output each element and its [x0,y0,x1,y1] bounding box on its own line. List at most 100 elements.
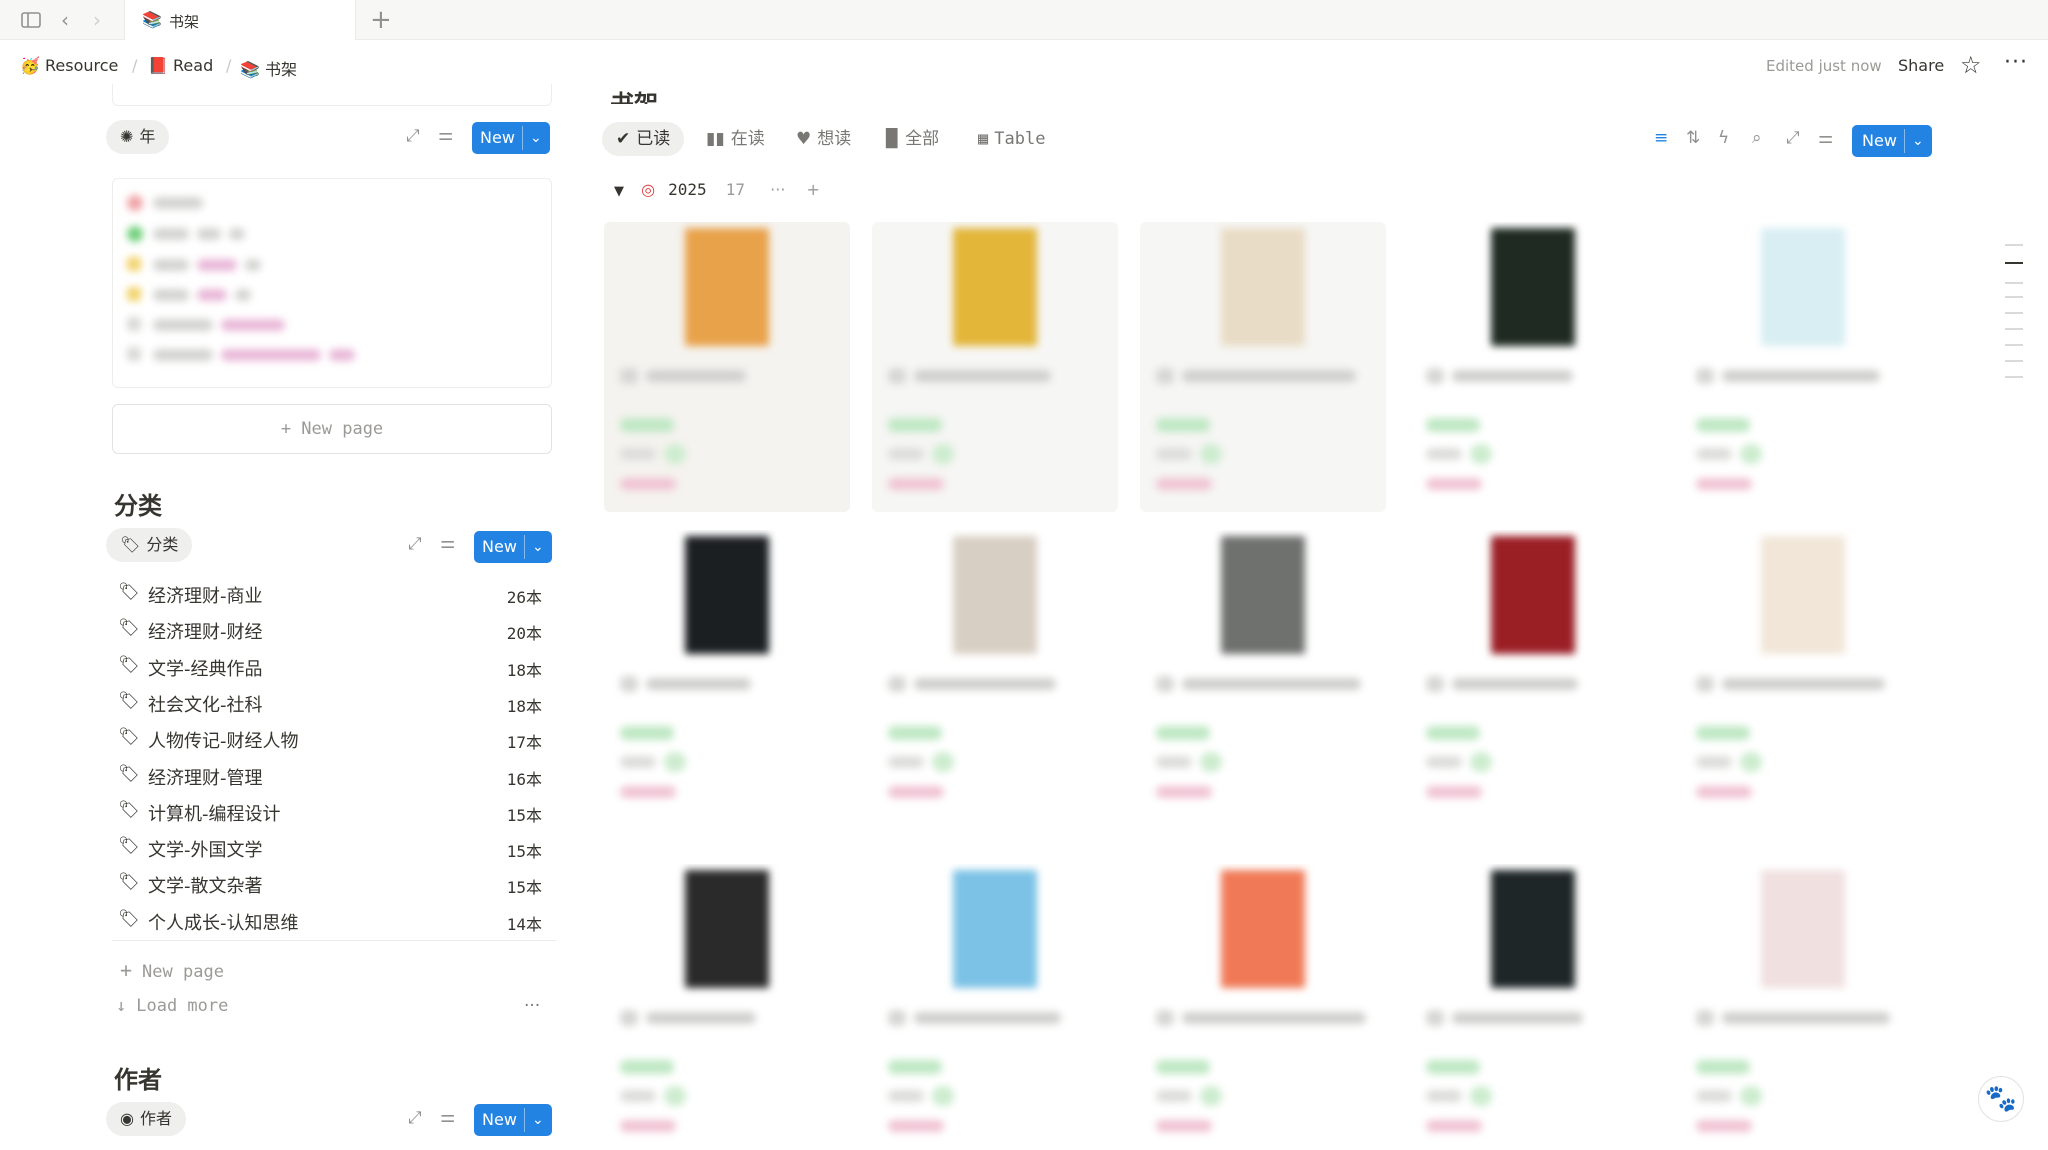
more-icon[interactable]: ··· [2004,50,2028,75]
page-title: 书架 [610,90,658,104]
expand-icon[interactable]: ⤢ [408,534,422,554]
outline-dash[interactable] [2005,262,2023,264]
forward-icon[interactable]: › [86,9,108,31]
category-row[interactable]: 🏷 文学-外国文学 15本 [118,830,548,866]
filter-icon[interactable]: ≡ [1654,128,1668,148]
book-card[interactable] [1410,864,1656,1150]
chevron-down-icon[interactable]: ⌄ [532,1104,544,1136]
tag-icon: 🏷 [118,654,140,675]
group-add-icon[interactable]: + [807,180,820,199]
category-name: 经济理财-商业 [148,586,263,607]
help-assistant-icon[interactable]: 🐾 [1978,1076,2024,1122]
category-row[interactable]: 🏷 计算机-编程设计 15本 [118,794,548,830]
share-button[interactable]: Share [1898,56,1944,75]
breadcrumb-read[interactable]: 📕 Read [148,56,213,75]
category-row[interactable]: 🏷 经济理财-管理 16本 [118,758,548,794]
book-card[interactable] [1140,864,1386,1150]
breadcrumb-resource[interactable]: 🥳 Resource [20,56,118,75]
category-row[interactable]: 🏷 人物传记-财经人物 17本 [118,721,548,757]
new-button[interactable]: New ⌄ [1852,125,1932,157]
category-row[interactable]: 🏷 个人成长-认知思维 14本 [118,903,548,939]
settings-sliders-icon[interactable]: ⚌ [1818,128,1833,148]
red-book-icon: 📕 [148,56,168,75]
category-name: 经济理财-财经 [148,622,263,644]
category-name: 社会文化-社科 [148,694,263,716]
outline-dash[interactable] [2005,328,2023,330]
load-more-button[interactable]: ↓ Load more [116,996,228,1016]
outline-dash[interactable] [2005,244,2023,246]
view-tab-read[interactable]: ✔ 已读 [602,122,685,156]
book-card[interactable] [1140,530,1386,830]
category-section-title: 分类 [114,492,162,520]
category-count: 15本 [506,805,542,825]
book-card[interactable] [604,530,850,830]
more-icon[interactable]: ··· [524,996,540,1016]
category-count: 16本 [506,769,542,789]
new-tab-icon[interactable]: + [370,5,392,35]
collapse-toggle-icon[interactable]: ▼ [614,184,624,199]
outline-dash[interactable] [2005,312,2023,314]
settings-sliders-icon[interactable]: ⚌ [440,1107,455,1127]
chevron-down-icon[interactable]: ⌄ [1912,125,1924,157]
book-card[interactable] [1680,222,1926,512]
view-chip-category[interactable]: 🏷 分类 [106,528,193,562]
expand-icon[interactable]: ⤢ [406,126,420,146]
new-button[interactable]: New ⌄ [474,531,552,563]
book-card[interactable] [872,530,1118,830]
settings-sliders-icon[interactable]: ⚌ [440,533,455,553]
tag-icon: 🏷 [118,872,140,893]
book-card[interactable] [872,864,1118,1150]
sidebar-toggle-icon[interactable] [20,9,42,31]
book-card[interactable] [604,222,850,512]
star-icon[interactable]: ☆ [1960,51,1982,79]
outline-dash[interactable] [2005,376,2023,378]
outline-dash[interactable] [2005,360,2023,362]
expand-icon[interactable]: ⤢ [408,1108,422,1128]
view-tab-want[interactable]: ♥ 想读 [796,122,851,156]
outline-dash[interactable] [2005,344,2023,346]
book-card[interactable] [1410,222,1656,512]
view-chip-author[interactable]: ◉ 作者 [106,1102,186,1136]
book-card[interactable] [1410,530,1656,830]
tab-bookshelf[interactable]: 📚 书架 [124,0,356,40]
view-chip-year[interactable]: ✺ 年 [106,120,170,154]
new-button[interactable]: New ⌄ [474,1104,552,1136]
sort-icon[interactable]: ⇅ [1686,128,1700,148]
book-card[interactable] [1140,222,1386,512]
new-button[interactable]: New ⌄ [472,122,550,154]
view-tab-all[interactable]: ▉ 全部 [886,122,939,156]
settings-sliders-icon[interactable]: ⚌ [438,125,453,145]
category-row[interactable]: 🏷 社会文化-社科 18本 [118,685,548,721]
search-icon[interactable]: ⌕ [1752,128,1762,148]
category-name: 计算机-编程设计 [148,803,281,825]
expand-icon[interactable]: ⤢ [1786,128,1800,148]
breadcrumb-bookshelf[interactable]: 📚 书架 [240,56,297,80]
chevron-down-icon[interactable]: ⌄ [530,122,542,154]
category-name: 文学-经典作品 [148,658,263,680]
outline-dash[interactable] [2005,282,2023,284]
tag-icon: 🏷 [118,690,140,711]
category-new-page-button[interactable]: + New page [120,958,224,982]
category-row[interactable]: 🏷 经济理财-财经 20本 [118,612,548,648]
view-tab-table[interactable]: ▦ Table [978,122,1045,156]
back-icon[interactable]: ‹ [54,9,76,31]
book-card[interactable] [1680,864,1926,1150]
previous-card-edge [112,84,552,106]
chevron-down-icon[interactable]: ⌄ [532,531,544,563]
lightning-icon[interactable]: ϟ [1718,128,1729,148]
outline-dash[interactable] [2005,296,2023,298]
category-row[interactable]: 🏷 经济理财-商业 26本 [118,576,548,612]
group-header: ▼ ◎ 2025 17 ··· + [614,180,820,204]
tag-icon: 🏷 [118,582,140,602]
new-page-button[interactable]: + New page [112,404,552,454]
group-more-icon[interactable]: ··· [770,180,785,199]
tab-title: 书架 [169,13,200,31]
table-icon: ▦ [978,129,989,149]
book-card[interactable] [1680,530,1926,830]
book-card[interactable] [604,864,850,1150]
category-row[interactable]: 🏷 文学-散文杂著 15本 [118,866,548,902]
book-card[interactable] [872,222,1118,512]
view-tab-reading[interactable]: ▮▮ 在读 [706,122,765,156]
category-row[interactable]: 🏷 文学-经典作品 18本 [118,649,548,685]
tag-icon: 🏷 [118,799,140,820]
